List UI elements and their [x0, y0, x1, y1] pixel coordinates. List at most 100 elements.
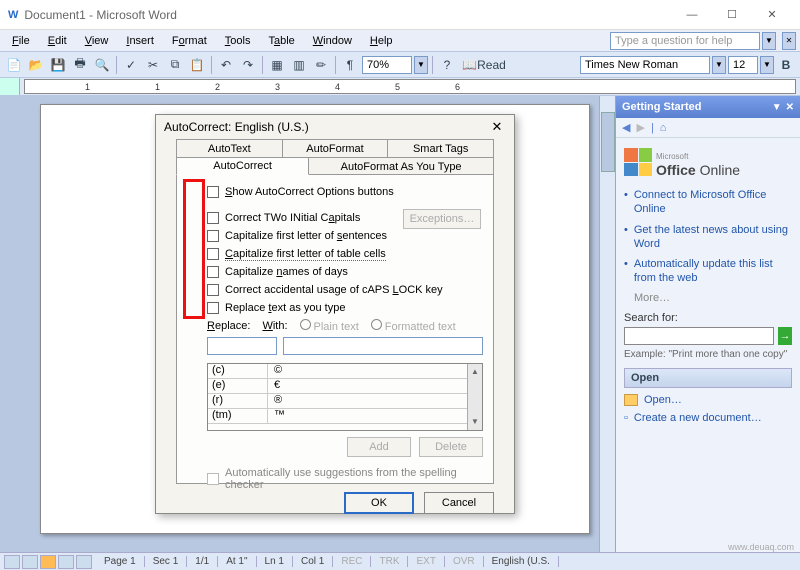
- replace-input[interactable]: [207, 337, 277, 355]
- checkbox-auto-suggestions[interactable]: [207, 473, 219, 485]
- print-view-button[interactable]: [40, 555, 56, 569]
- scroll-thumb[interactable]: [601, 112, 615, 172]
- checkbox-two-initial[interactable]: [207, 212, 219, 224]
- taskpane-link[interactable]: •Get the latest news about using Word: [624, 223, 792, 252]
- tab-autotext[interactable]: AutoText: [176, 139, 283, 157]
- outline-view-button[interactable]: [58, 555, 74, 569]
- help-icon[interactable]: ?: [437, 55, 457, 75]
- nav-back-icon[interactable]: ◀: [622, 121, 630, 134]
- scroll-down-icon[interactable]: ▼: [468, 414, 482, 428]
- view-buttons: [0, 555, 96, 569]
- search-go-button[interactable]: →: [778, 327, 792, 345]
- help-search-box[interactable]: Type a question for help: [610, 32, 760, 50]
- exceptions-button[interactable]: Exceptions…: [403, 209, 481, 229]
- checkbox-cap-table-cells[interactable]: [207, 248, 219, 260]
- menu-tools[interactable]: Tools: [217, 33, 259, 49]
- checkbox-cap-days[interactable]: [207, 266, 219, 278]
- horizontal-ruler[interactable]: 1 1 2 3 4 5 6: [24, 79, 796, 94]
- taskpane-dropdown-icon[interactable]: ▼: [772, 102, 782, 113]
- new-doc-icon[interactable]: 📄: [4, 55, 24, 75]
- standard-toolbar: 📄 📂 💾 🖶 🔍 ✓ ✂ ⧉ 📋 ↶ ↷ ▦ ▥ ✏ ¶ 70% ▼ ? 📖 …: [0, 52, 800, 78]
- cut-icon[interactable]: ✂: [143, 55, 163, 75]
- minimize-button[interactable]: —: [672, 1, 712, 29]
- nav-home-icon[interactable]: ⌂: [660, 122, 667, 134]
- status-page: Page 1: [96, 556, 145, 567]
- tab-autoformat-as-you-type[interactable]: AutoFormat As You Type: [309, 157, 494, 175]
- status-language[interactable]: English (U.S.: [484, 556, 559, 567]
- reading-view-button[interactable]: [76, 555, 92, 569]
- table-row: (e)€: [208, 379, 482, 394]
- open-link[interactable]: Open…: [624, 394, 792, 406]
- dialog-close-button[interactable]: ✕: [488, 118, 506, 136]
- maximize-button[interactable]: ☐: [712, 1, 752, 29]
- undo-icon[interactable]: ↶: [216, 55, 236, 75]
- font-dropdown[interactable]: ▼: [712, 56, 726, 74]
- help-dropdown-button[interactable]: ▼: [762, 32, 776, 50]
- zoom-dropdown[interactable]: ▼: [414, 56, 428, 74]
- print-icon[interactable]: 🖶: [70, 55, 90, 75]
- status-rec[interactable]: REC: [333, 556, 371, 567]
- search-input[interactable]: [624, 327, 774, 345]
- add-button[interactable]: Add: [347, 437, 411, 457]
- open-icon[interactable]: 📂: [26, 55, 46, 75]
- scroll-up-icon[interactable]: ▲: [468, 364, 482, 378]
- zoom-combo[interactable]: 70%: [362, 56, 412, 74]
- read-mode-button[interactable]: 📖 Read: [459, 55, 509, 75]
- status-ovr[interactable]: OVR: [445, 556, 484, 567]
- save-icon[interactable]: 💾: [48, 55, 68, 75]
- watermark: www.deuaq.com: [728, 542, 794, 552]
- bold-button[interactable]: B: [776, 55, 796, 75]
- vertical-scrollbar[interactable]: [599, 96, 615, 552]
- ok-button[interactable]: OK: [344, 492, 414, 514]
- window-title: Document1 - Microsoft Word: [24, 8, 672, 22]
- with-input[interactable]: [283, 337, 483, 355]
- window-title-bar: W Document1 - Microsoft Word — ☐ ✕: [0, 0, 800, 30]
- with-label: With:: [262, 320, 287, 332]
- size-dropdown[interactable]: ▼: [760, 56, 774, 74]
- checkbox-replace-text[interactable]: [207, 302, 219, 314]
- taskpane-close-icon[interactable]: ✕: [786, 102, 794, 113]
- tab-autoformat[interactable]: AutoFormat: [283, 139, 389, 157]
- menu-table[interactable]: Table: [260, 33, 302, 49]
- font-size-combo[interactable]: 12: [728, 56, 758, 74]
- tab-autocorrect[interactable]: AutoCorrect: [176, 157, 309, 175]
- close-doc-button[interactable]: ✕: [782, 32, 796, 50]
- status-bar: Page 1 Sec 1 1/1 At 1" Ln 1 Col 1 REC TR…: [0, 552, 800, 570]
- normal-view-button[interactable]: [4, 555, 20, 569]
- taskpane-more-link[interactable]: More…: [634, 292, 792, 304]
- font-combo[interactable]: Times New Roman: [580, 56, 710, 74]
- taskpane-link[interactable]: •Automatically update this list from the…: [624, 257, 792, 286]
- table-scrollbar[interactable]: ▲▼: [467, 364, 482, 430]
- columns-icon[interactable]: ▥: [289, 55, 309, 75]
- menu-view[interactable]: View: [77, 33, 117, 49]
- close-window-button[interactable]: ✕: [752, 1, 792, 29]
- menu-window[interactable]: Window: [305, 33, 360, 49]
- copy-icon[interactable]: ⧉: [165, 55, 185, 75]
- checkbox-show-options[interactable]: [207, 186, 219, 198]
- autocorrect-entries-table[interactable]: (c)© (e)€ (r)® (tm)™ ▲▼: [207, 363, 483, 431]
- drawing-icon[interactable]: ✏: [311, 55, 331, 75]
- taskpane-link[interactable]: •Connect to Microsoft Office Online: [624, 188, 792, 217]
- paste-icon[interactable]: 📋: [187, 55, 207, 75]
- menu-edit[interactable]: Edit: [40, 33, 75, 49]
- web-view-button[interactable]: [22, 555, 38, 569]
- dialog-title: AutoCorrect: English (U.S.): [164, 120, 488, 134]
- menu-file[interactable]: File: [4, 33, 38, 49]
- status-trk[interactable]: TRK: [371, 556, 408, 567]
- menu-insert[interactable]: Insert: [118, 33, 162, 49]
- menu-help[interactable]: Help: [362, 33, 401, 49]
- status-ext[interactable]: EXT: [408, 556, 444, 567]
- checkbox-cap-sentences[interactable]: [207, 230, 219, 242]
- spell-icon[interactable]: ✓: [121, 55, 141, 75]
- redo-icon[interactable]: ↷: [238, 55, 258, 75]
- delete-button[interactable]: Delete: [419, 437, 483, 457]
- show-marks-icon[interactable]: ¶: [340, 55, 360, 75]
- table-icon[interactable]: ▦: [267, 55, 287, 75]
- preview-icon[interactable]: 🔍: [92, 55, 112, 75]
- tab-smart-tags[interactable]: Smart Tags: [388, 139, 494, 157]
- nav-fwd-icon[interactable]: ▶: [636, 121, 644, 134]
- checkbox-caps-lock[interactable]: [207, 284, 219, 296]
- new-document-link[interactable]: ▫Create a new document…: [624, 412, 792, 424]
- cancel-button[interactable]: Cancel: [424, 492, 494, 514]
- menu-format[interactable]: Format: [164, 33, 215, 49]
